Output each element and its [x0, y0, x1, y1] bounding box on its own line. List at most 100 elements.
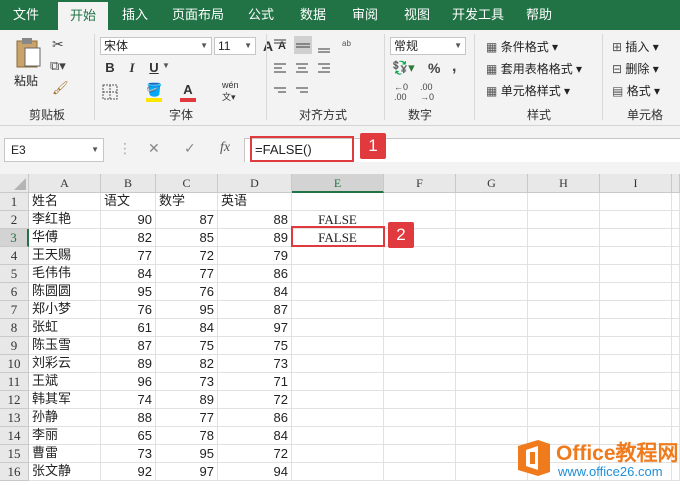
- table-cell[interactable]: [672, 409, 680, 427]
- paste-button[interactable]: 粘贴: [14, 72, 38, 89]
- table-cell[interactable]: [456, 319, 528, 337]
- table-cell[interactable]: [600, 193, 672, 211]
- table-cell[interactable]: 毛伟伟: [29, 265, 101, 283]
- table-cell[interactable]: 78: [156, 427, 218, 445]
- table-cell[interactable]: [528, 373, 600, 391]
- table-cell[interactable]: 姓名: [29, 193, 101, 211]
- chevron-down-icon[interactable]: ▼: [162, 61, 170, 70]
- table-cell[interactable]: 张文静: [29, 463, 101, 481]
- table-cell[interactable]: [292, 337, 384, 355]
- fill-color-icon[interactable]: 🪣: [146, 82, 162, 98]
- font-name-select[interactable]: 宋体 ▼: [100, 37, 212, 55]
- table-cell[interactable]: 82: [156, 355, 218, 373]
- table-cell[interactable]: [384, 463, 456, 481]
- table-cell[interactable]: [528, 337, 600, 355]
- column-header[interactable]: B: [101, 174, 156, 193]
- table-cell[interactable]: 73: [156, 373, 218, 391]
- borders-icon[interactable]: [102, 84, 124, 100]
- table-cell[interactable]: 王斌: [29, 373, 101, 391]
- table-cell[interactable]: 86: [218, 265, 292, 283]
- currency-icon[interactable]: 💱▾: [392, 60, 415, 76]
- drag-handle-icon[interactable]: ⋮: [118, 140, 132, 157]
- format-cells-button[interactable]: ▤ 格式 ▾: [612, 82, 660, 99]
- table-cell[interactable]: 73: [101, 445, 156, 463]
- table-cell[interactable]: 97: [218, 319, 292, 337]
- name-box[interactable]: E3 ▼: [4, 138, 104, 162]
- table-cell[interactable]: [672, 211, 680, 229]
- table-cell[interactable]: [292, 193, 384, 211]
- table-cell[interactable]: [600, 319, 672, 337]
- table-cell[interactable]: [672, 355, 680, 373]
- table-cell[interactable]: 陈玉雪: [29, 337, 101, 355]
- table-cell[interactable]: [528, 265, 600, 283]
- table-cell[interactable]: 李红艳: [29, 211, 101, 229]
- table-cell[interactable]: 73: [218, 355, 292, 373]
- table-cell[interactable]: 87: [156, 211, 218, 229]
- table-cell[interactable]: [292, 445, 384, 463]
- table-cell[interactable]: [384, 373, 456, 391]
- table-cell[interactable]: [600, 301, 672, 319]
- table-cell[interactable]: [384, 409, 456, 427]
- column-header[interactable]: C: [156, 174, 218, 193]
- table-cell[interactable]: 87: [101, 337, 156, 355]
- comma-button[interactable]: ,: [452, 58, 456, 76]
- table-cell[interactable]: [384, 337, 456, 355]
- table-cell[interactable]: 陈圆圆: [29, 283, 101, 301]
- tab-insert[interactable]: 插入: [114, 0, 156, 30]
- table-cell[interactable]: 65: [101, 427, 156, 445]
- row-header[interactable]: 9: [0, 337, 29, 355]
- table-cell[interactable]: [292, 355, 384, 373]
- table-cell[interactable]: [292, 427, 384, 445]
- table-cell[interactable]: [292, 409, 384, 427]
- format-painter-icon[interactable]: 🖌: [52, 80, 69, 96]
- row-header[interactable]: 6: [0, 283, 29, 301]
- table-cell[interactable]: [456, 229, 528, 247]
- table-cell[interactable]: 77: [156, 409, 218, 427]
- table-cell[interactable]: [384, 427, 456, 445]
- row-header[interactable]: 10: [0, 355, 29, 373]
- column-header-selected[interactable]: E: [292, 174, 384, 193]
- row-header[interactable]: 2: [0, 211, 29, 229]
- table-cell[interactable]: [528, 193, 600, 211]
- row-header[interactable]: 7: [0, 301, 29, 319]
- phonetic-icon[interactable]: wén 文▾: [222, 80, 239, 103]
- row-header-selected[interactable]: 3: [0, 229, 29, 247]
- table-cell[interactable]: 95: [156, 445, 218, 463]
- table-cell[interactable]: 84: [218, 283, 292, 301]
- paste-icon[interactable]: [14, 36, 42, 70]
- table-cell[interactable]: [456, 355, 528, 373]
- row-header[interactable]: 13: [0, 409, 29, 427]
- row-header[interactable]: 12: [0, 391, 29, 409]
- table-cell[interactable]: [528, 283, 600, 301]
- table-cell[interactable]: [456, 247, 528, 265]
- delete-cells-button[interactable]: ⊟ 删除 ▾: [612, 60, 659, 77]
- font-size-select[interactable]: 11 ▼: [214, 37, 256, 55]
- table-cell[interactable]: [600, 211, 672, 229]
- cut-icon[interactable]: ✂: [52, 36, 64, 53]
- table-cell[interactable]: 61: [101, 319, 156, 337]
- table-cell[interactable]: 85: [156, 229, 218, 247]
- column-header[interactable]: H: [528, 174, 600, 193]
- table-cell[interactable]: [672, 283, 680, 301]
- table-cell[interactable]: 76: [101, 301, 156, 319]
- table-cell[interactable]: 77: [156, 265, 218, 283]
- table-cell[interactable]: [384, 355, 456, 373]
- table-cell[interactable]: [456, 337, 528, 355]
- italic-button[interactable]: I: [124, 60, 140, 76]
- column-header[interactable]: D: [218, 174, 292, 193]
- table-cell[interactable]: [456, 193, 528, 211]
- table-cell[interactable]: [384, 445, 456, 463]
- table-cell[interactable]: [528, 409, 600, 427]
- table-cell[interactable]: 张虹: [29, 319, 101, 337]
- table-cell[interactable]: [672, 373, 680, 391]
- alignment-icons[interactable]: ab: [272, 36, 352, 106]
- table-cell[interactable]: [600, 283, 672, 301]
- tab-developer[interactable]: 开发工具: [446, 0, 510, 30]
- table-cell[interactable]: [672, 265, 680, 283]
- table-cell[interactable]: 刘彩云: [29, 355, 101, 373]
- table-cell[interactable]: [600, 409, 672, 427]
- enter-icon[interactable]: ✓: [184, 140, 196, 157]
- table-cell[interactable]: [456, 283, 528, 301]
- tab-page-layout[interactable]: 页面布局: [166, 0, 230, 30]
- table-cell[interactable]: 74: [101, 391, 156, 409]
